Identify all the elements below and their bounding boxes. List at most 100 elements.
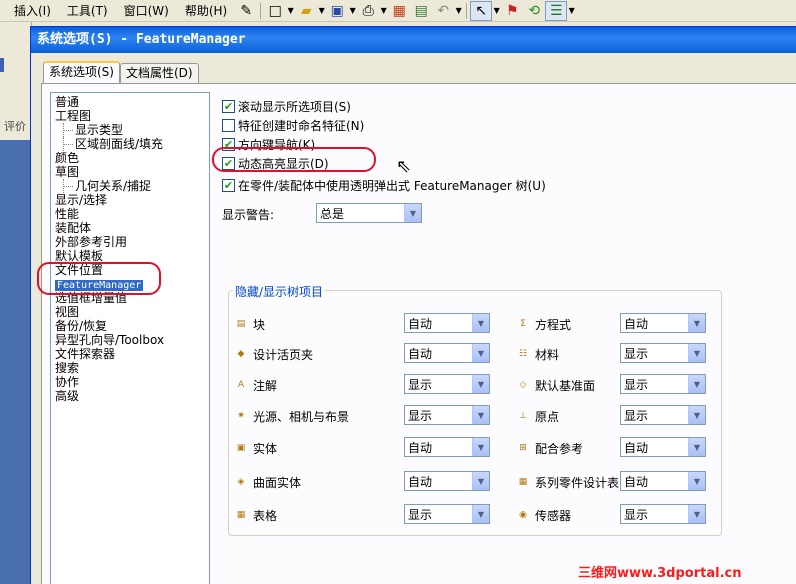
tree-visibility-item: ▣ 实体 xyxy=(234,440,277,457)
chevron-down-icon[interactable]: ▼ xyxy=(567,6,576,15)
menu-window[interactable]: 窗口(W) xyxy=(116,0,177,22)
chevron-down-icon[interactable]: ▼ xyxy=(454,6,463,15)
tree-visibility-select[interactable]: 显示 ▼ xyxy=(620,343,706,363)
menu-insert[interactable]: 插入(I) xyxy=(6,0,59,22)
display-warning-select[interactable]: 总是 ▼ xyxy=(316,203,422,223)
tree-visibility-label: 配合参考 xyxy=(535,442,584,456)
tree-visibility-select[interactable]: 自动 ▼ xyxy=(620,471,706,491)
chevron-down-icon[interactable]: ▼ xyxy=(348,6,357,15)
checkbox-name-feature-on-create[interactable] xyxy=(222,119,235,132)
chevron-down-icon[interactable]: ▼ xyxy=(688,438,705,456)
chevron-down-icon[interactable]: ▼ xyxy=(472,344,489,362)
tree-visibility-select[interactable]: 显示 ▼ xyxy=(620,405,706,425)
tree-visibility-select[interactable]: 显示 ▼ xyxy=(404,374,490,394)
tree-visibility-select[interactable]: 自动 ▼ xyxy=(404,343,490,363)
tree-item[interactable]: 高级 xyxy=(51,389,209,403)
save-icon[interactable]: ▣ xyxy=(326,1,348,21)
chevron-down-icon[interactable]: ▼ xyxy=(317,6,326,15)
option-scroll-selected[interactable]: ✔ 滚动显示所选项目(S) xyxy=(222,98,351,115)
chevron-down-icon[interactable]: ▼ xyxy=(472,375,489,393)
tree-visibility-select[interactable]: 自动 ▼ xyxy=(404,313,490,333)
chevron-down-icon[interactable]: ▼ xyxy=(472,438,489,456)
chevron-down-icon[interactable]: ▼ xyxy=(688,472,705,490)
traffic-light-icon[interactable]: ⚑ xyxy=(501,1,523,21)
tree-visibility-select[interactable]: 显示 ▼ xyxy=(404,504,490,524)
tree-visibility-select[interactable]: 自动 ▼ xyxy=(620,313,706,333)
tree-item[interactable]: 显示类型 xyxy=(51,123,209,137)
tree-visibility-select[interactable]: 显示 ▼ xyxy=(620,374,706,394)
tree-visibility-select[interactable]: 自动 ▼ xyxy=(404,437,490,457)
checkbox-scroll-selected[interactable]: ✔ xyxy=(222,100,235,113)
tree-item[interactable]: 外部参考引用 xyxy=(51,235,209,249)
select-value: 自动 xyxy=(408,474,433,489)
tree-item[interactable]: 搜索 xyxy=(51,361,209,375)
tree-item[interactable]: 区域剖面线/填充 xyxy=(51,137,209,151)
tree-item[interactable]: 几何关系/捕捉 xyxy=(51,179,209,193)
tree-item[interactable]: 默认模板 xyxy=(51,249,209,263)
chevron-down-icon[interactable]: ▼ xyxy=(688,344,705,362)
tree-item[interactable]: 视图 xyxy=(51,305,209,319)
tab-system-options[interactable]: 系统选项(S) xyxy=(43,61,120,83)
solid-body-icon: ▣ xyxy=(236,443,246,453)
tree-item[interactable]: 草图 xyxy=(51,165,209,179)
options-icon[interactable]: ▦ xyxy=(388,1,410,21)
new-document-icon[interactable]: □ xyxy=(264,1,286,21)
chevron-down-icon[interactable]: ▼ xyxy=(472,314,489,332)
tree-item[interactable]: 备份/恢复 xyxy=(51,319,209,333)
tree-visibility-select[interactable]: 显示 ▼ xyxy=(620,504,706,524)
background-app-panel: 评价 xyxy=(0,22,32,584)
rebuild-icon[interactable]: ▤ xyxy=(410,1,432,21)
tree-visibility-select[interactable]: 自动 ▼ xyxy=(620,437,706,457)
print-icon[interactable]: ⎙ xyxy=(357,1,379,21)
tree-item-label: 搜索 xyxy=(55,361,80,375)
option-transparent-flyout-tree[interactable]: ✔ 在零件/装配体中使用透明弹出式 FeatureManager 树(U) xyxy=(222,177,546,194)
options-tree[interactable]: 普通 工程图 显示类型 区域剖面线/填充 颜色 草图 几何关系/捕捉 显示/选择 性能 装配体 外部… xyxy=(50,92,210,584)
tab-document-properties[interactable]: 文档属性(D) xyxy=(119,63,199,83)
open-folder-icon[interactable]: ▰ xyxy=(295,1,317,21)
select-value: 自动 xyxy=(408,346,433,361)
option-name-feature-on-create[interactable]: 特征创建时命名特征(N) xyxy=(222,117,364,134)
tree-item[interactable]: 工程图 xyxy=(51,109,209,123)
tree-visibility-item: ◈ 曲面实体 xyxy=(234,474,301,491)
chevron-down-icon[interactable]: ▼ xyxy=(379,6,388,15)
chevron-down-icon[interactable]: ▼ xyxy=(472,406,489,424)
select-cursor-icon[interactable]: ↖ xyxy=(470,0,493,21)
chevron-down-icon[interactable]: ▼ xyxy=(404,204,421,222)
menu-help[interactable]: 帮助(H) xyxy=(177,0,235,22)
tree-visibility-select[interactable]: 显示 ▼ xyxy=(404,405,490,425)
tree-visibility-item: ▦ 系列零件设计表 xyxy=(516,474,619,491)
annotation-circle-featuremanager xyxy=(37,262,161,295)
tree-item[interactable]: 文件探索器 xyxy=(51,347,209,361)
tree-item[interactable]: 异型孔向导/Toolbox xyxy=(51,333,209,347)
chevron-down-icon[interactable]: ▼ xyxy=(688,375,705,393)
dialog-tabs: 系统选项(S) 文档属性(D) xyxy=(43,61,199,83)
chevron-down-icon[interactable]: ▼ xyxy=(472,505,489,523)
tree-item[interactable]: 普通 xyxy=(51,95,209,109)
chevron-down-icon[interactable]: ▼ xyxy=(688,505,705,523)
tree-item[interactable]: 装配体 xyxy=(51,221,209,235)
tree-visibility-select[interactable]: 自动 ▼ xyxy=(404,471,490,491)
magic-wand-icon[interactable]: ✎ xyxy=(235,1,257,21)
tree-visibility-label: 材料 xyxy=(535,348,560,362)
chevron-down-icon[interactable]: ▼ xyxy=(286,6,295,15)
menu-toolbar-bar: 插入(I) 工具(T) 窗口(W) 帮助(H) ✎ □ ▼ ▰ ▼ ▣ ▼ ⎙ … xyxy=(0,0,796,22)
tree-connector-branch xyxy=(63,186,73,187)
undo-icon[interactable]: ↶ xyxy=(432,1,454,21)
chevron-down-icon[interactable]: ▼ xyxy=(472,472,489,490)
tree-item[interactable]: 显示/选择 xyxy=(51,193,209,207)
chevron-down-icon[interactable]: ▼ xyxy=(688,406,705,424)
tree-item[interactable]: 性能 xyxy=(51,207,209,221)
tree-item[interactable]: 协作 xyxy=(51,375,209,389)
design-table-icon: ▦ xyxy=(518,477,528,487)
rotate-icon[interactable]: ⟲ xyxy=(523,1,545,21)
menu-tools[interactable]: 工具(T) xyxy=(59,0,116,22)
chevron-down-icon[interactable]: ▼ xyxy=(688,314,705,332)
background-marker xyxy=(0,58,4,72)
properties-list-icon[interactable]: ☰ xyxy=(545,0,568,21)
chevron-down-icon[interactable]: ▼ xyxy=(492,6,501,15)
tree-item[interactable]: 颜色 xyxy=(51,151,209,165)
tree-visibility-label: 默认基准面 xyxy=(535,379,596,393)
checkbox-transparent-flyout-tree[interactable]: ✔ xyxy=(222,179,235,192)
tree-item-label: 默认模板 xyxy=(55,249,104,263)
lights-camera-icon: ✷ xyxy=(237,411,245,421)
